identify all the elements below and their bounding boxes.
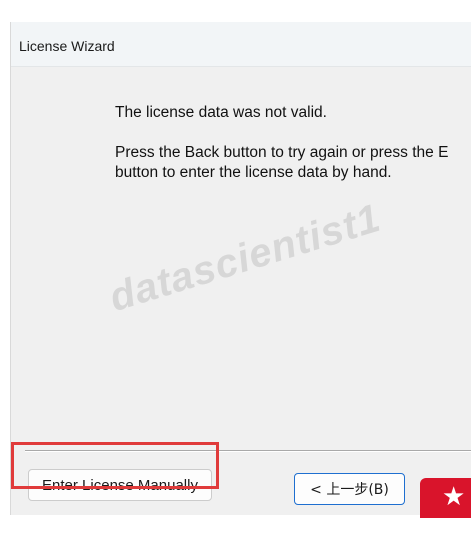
back-button[interactable]: < 上一步(B) <box>294 473 405 505</box>
watermark: datascientist1 <box>104 195 386 321</box>
separator <box>25 450 471 452</box>
title-bar: License Wizard <box>11 22 471 67</box>
license-wizard-dialog: License Wizard The license data was not … <box>10 22 471 515</box>
badge: ★ <box>420 478 471 518</box>
instruction-line-1: Press the Back button to try again or pr… <box>115 144 449 161</box>
instruction-line-2: button to enter the license data by hand… <box>115 164 392 181</box>
page: License Wizard The license data was not … <box>0 0 471 541</box>
star-icon: ★ <box>442 482 466 512</box>
error-message: The license data was not valid. <box>115 104 327 121</box>
enter-license-manually-button[interactable]: Enter License Manually <box>28 469 212 501</box>
window-title: License Wizard <box>19 38 115 54</box>
dialog-content: The license data was not valid. Press th… <box>11 67 471 515</box>
